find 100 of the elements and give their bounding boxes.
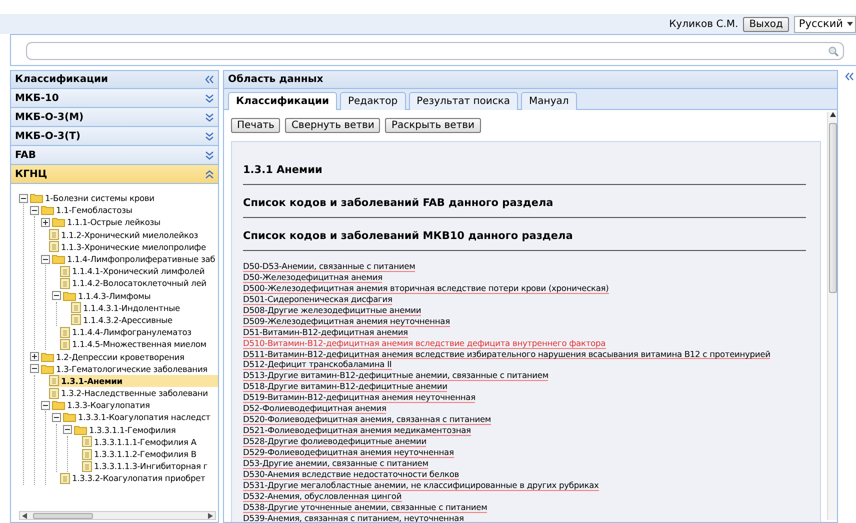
scrollbar[interactable] xyxy=(827,112,837,520)
document-icon xyxy=(49,375,59,386)
code-link[interactable]: D512-Дефицит транскобаламина II xyxy=(243,359,392,370)
folder-icon xyxy=(52,217,65,228)
code-link[interactable]: D518-Другие витамин-B12-дефицитные анемии xyxy=(243,381,448,392)
language-select[interactable]: Русский xyxy=(794,16,856,32)
code-link[interactable]: D528-Другие фолиеводефицитные анемии xyxy=(243,436,426,447)
accordion-header[interactable]: МКБ-О-3(Т) xyxy=(11,127,218,146)
tree-item[interactable]: 1.1.4-Лимфопролиферативные заб xyxy=(41,252,218,266)
tree-item[interactable]: 1.3.3.1.1.1-Гемофилия А xyxy=(82,436,218,448)
tree-item[interactable]: 1.1.4.2-Волосатоклеточный лей xyxy=(60,277,218,290)
tree-item[interactable]: 1.3.3.1-Коагулопатия наследст xyxy=(52,411,218,424)
expand-icon[interactable] xyxy=(30,352,39,362)
tree-item[interactable]: 1.1-Гемобластозы xyxy=(30,204,218,216)
tree-item[interactable]: 1.3.2-Наследственные заболевани xyxy=(49,387,218,400)
document-icon xyxy=(82,460,92,472)
code-link[interactable]: D510-Витамин-B12-дефицитная анемия вследствие дефицита внутреннего фактора xyxy=(243,338,606,348)
tree-item[interactable]: 1.3.3.1.1.3-Ингибиторная г xyxy=(82,460,218,472)
section-heading: Список кодов и заболеваний FAB данного раздела xyxy=(243,189,806,218)
code-link[interactable]: D519-Витамин-B12-дефицитная анемия неуточненная xyxy=(243,392,476,404)
document-icon xyxy=(49,229,59,240)
code-link[interactable]: D513-Другие витамин-B12-дефицитные анемии, связанные с питанием xyxy=(243,370,548,382)
code-link[interactable]: D50-Железодефицитная анемия xyxy=(243,272,382,283)
tree-item[interactable]: 1.1.3-Хронические миелопролифе xyxy=(49,240,218,253)
expand-icon[interactable] xyxy=(41,218,50,227)
code-link[interactable]: D508-Другие железодефицитные анемии xyxy=(243,304,422,316)
tree-item[interactable]: 1.1.4.5-Множественная миелом xyxy=(60,338,218,350)
collapse-icon[interactable] xyxy=(63,425,72,434)
code-link[interactable]: D500-Железодефицитная анемия вторичная вследствие потери крови (хроническая) xyxy=(243,282,609,294)
document-icon xyxy=(82,436,92,448)
folder-icon xyxy=(63,412,76,422)
tree-item[interactable]: 1.3.3.1.1-Гемофилия xyxy=(63,424,218,436)
folder-icon xyxy=(74,424,87,435)
code-link[interactable]: D530-Анемия вследствие недостаточности белков xyxy=(243,468,460,480)
toolbar-button[interactable]: Раскрыть ветви xyxy=(385,118,481,133)
toolbar-button[interactable]: Свернуть ветви xyxy=(285,118,380,133)
code-link[interactable]: D539-Анемия, связанная с питанием, неуточненная xyxy=(243,512,464,522)
document-icon xyxy=(82,448,92,460)
code-link[interactable]: D52-Фолиеводефицитная анемия xyxy=(243,403,386,414)
search-icon[interactable] xyxy=(828,46,839,56)
document-icon xyxy=(60,278,70,289)
tab[interactable]: Редактор xyxy=(340,92,406,110)
folder-icon xyxy=(30,193,43,204)
code-link[interactable]: D509-Железодефицитная анемия неуточненная xyxy=(243,316,450,327)
tree-item[interactable]: 1.2-Депрессии кроветворения xyxy=(30,350,218,363)
code-link[interactable]: D50-D53-Анемии, связанные с питанием xyxy=(243,261,416,272)
code-link[interactable]: D538-Другие уточненные анемии, связанные с питанием xyxy=(243,502,488,513)
left-arrow-icon[interactable] xyxy=(22,512,27,518)
code-link[interactable]: D531-Другие мегалобластные анемии, не классифицированные в других рубриках xyxy=(243,480,599,491)
code-link[interactable]: D501-Сидеропеническая дисфагия xyxy=(243,294,392,305)
tree-item[interactable]: 1.1.2-Хронический миелолейкоз xyxy=(49,228,218,241)
tree-item[interactable]: 1.3.3.1.1.2-Гемофилия В xyxy=(82,448,218,460)
code-link[interactable]: D529-Фолиеводефицитная анемия неуточненная xyxy=(243,446,454,458)
user-name: Куликов С.М. xyxy=(669,18,738,30)
tab[interactable]: Результат поиска xyxy=(408,92,518,110)
collapse-icon[interactable] xyxy=(52,291,61,300)
tab[interactable]: Классификации xyxy=(228,92,337,110)
folder-icon xyxy=(41,364,54,374)
folder-icon xyxy=(52,254,65,264)
tree-item[interactable]: 1.1.4.1-Хронический лимфолей xyxy=(60,265,218,278)
collapse-icon[interactable] xyxy=(30,206,39,215)
code-link[interactable]: D521-Фолиеводефицитная анемия медикаментозная xyxy=(243,425,471,436)
code-link[interactable]: D532-Анемия, обусловленная цингой xyxy=(243,490,402,502)
tree-item[interactable]: 1.1.4.3-Лимфомы xyxy=(52,290,218,302)
document-icon xyxy=(49,241,59,252)
tree-item[interactable]: 1.1.4.4-Лимфогранулематоз xyxy=(60,326,218,338)
code-link[interactable]: D511-Витамин-B12-дефицитная анемия вследствие избирательного нарушения всасывания витамина B12 с протеинурией xyxy=(243,348,770,360)
folder-icon xyxy=(41,352,54,362)
accordion-header[interactable]: МКБ-О-3(М) xyxy=(11,108,218,127)
tree-item[interactable]: 1.3.3.2-Коагулопатия приобрет xyxy=(60,472,218,484)
scrollbar[interactable] xyxy=(19,511,216,520)
search-field[interactable] xyxy=(26,42,844,60)
tree-item[interactable]: 1-Болезни системы крови xyxy=(19,192,218,204)
tree-item[interactable]: 1.1.4.3.1-Индолентные xyxy=(71,302,218,314)
collapse-icon[interactable] xyxy=(30,364,39,374)
accordion-header[interactable]: FAB xyxy=(11,146,218,165)
panel-title: Классификации xyxy=(15,74,108,85)
logout-button[interactable]: Выход xyxy=(743,16,789,32)
tree-item[interactable]: 1.1.1-Острые лейкозы xyxy=(41,216,218,229)
tab[interactable]: Мануал xyxy=(521,92,577,110)
tree-item[interactable]: 1.3-Гематологические заболевания xyxy=(30,362,218,375)
section-heading: 1.3.1 Анемии xyxy=(243,156,806,185)
right-arrow-icon[interactable] xyxy=(208,512,213,518)
document-icon xyxy=(49,388,59,399)
collapse-icon[interactable] xyxy=(52,412,61,422)
accordion-header[interactable]: МКБ-10 xyxy=(11,89,218,108)
code-link[interactable]: D51-Витамин-B12-дефицитная анемия xyxy=(243,326,408,338)
tree-item[interactable]: 1.3.3-Коагулопатия xyxy=(41,399,218,412)
toolbar-button[interactable]: Печать xyxy=(231,118,280,133)
code-link[interactable]: D53-Другие анемии, связанные с питанием xyxy=(243,458,428,469)
folder-icon xyxy=(52,400,65,410)
accordion-header[interactable]: КГНЦ xyxy=(11,165,218,184)
collapse-icon[interactable] xyxy=(41,254,50,264)
code-link[interactable]: D520-Фолиеводефицитная анемия, связанная с питанием xyxy=(243,414,492,426)
tree-item[interactable]: 1.1.4.3.2-Арессивные xyxy=(71,314,218,326)
up-arrow-icon[interactable] xyxy=(830,112,836,117)
caret-icon xyxy=(847,22,853,26)
collapse-icon[interactable] xyxy=(41,400,50,410)
collapse-icon[interactable] xyxy=(19,194,28,203)
tree-item[interactable]: 1.3.1-Анемии xyxy=(49,374,218,387)
